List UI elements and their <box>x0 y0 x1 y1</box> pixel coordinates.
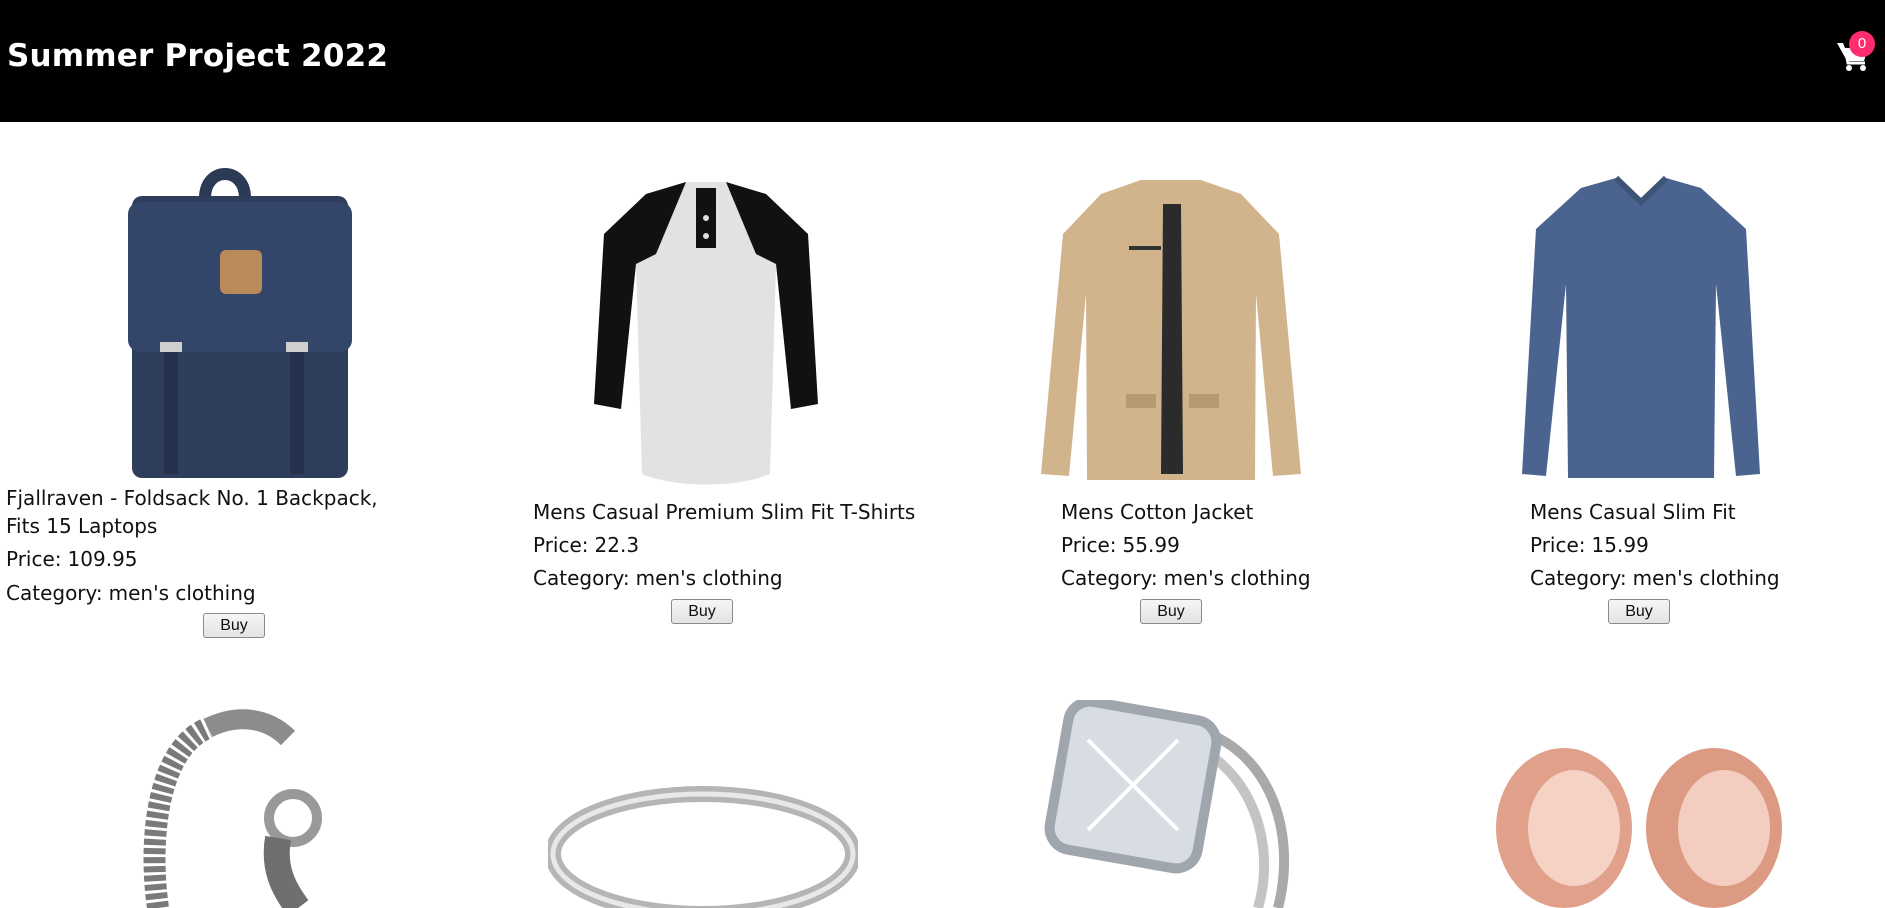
product-title: Mens Casual Slim Fit <box>1530 500 1736 524</box>
product-category: Category: men's clothing <box>533 564 783 592</box>
backpack-image <box>128 168 352 478</box>
price-value: 55.99 <box>1122 533 1180 557</box>
product-category: Category: men's clothing <box>1061 564 1311 592</box>
product-category: Category: men's clothing <box>6 579 256 607</box>
category-label: Category: <box>1061 566 1158 590</box>
price-label: Price: <box>1061 533 1117 557</box>
dragon-chain-bracelet-image <box>143 709 322 908</box>
category-value: men's clothing <box>1632 566 1780 590</box>
site-title: Summer Project 2022 <box>7 38 389 74</box>
buy-button[interactable]: Buy <box>671 599 733 624</box>
category-label: Category: <box>1530 566 1627 590</box>
cotton-jacket-image <box>1041 180 1301 480</box>
product-title: Mens Casual Premium Slim Fit T-Shirts <box>533 500 916 524</box>
cart-count-badge: 0 <box>1849 31 1875 57</box>
product-price: Price: 109.95 <box>6 545 138 573</box>
product-grid: Fjallraven - Foldsack No. 1 Backpack, Fi… <box>0 122 1885 908</box>
category-label: Category: <box>533 566 630 590</box>
buy-button[interactable]: Buy <box>203 613 265 638</box>
product-title: Mens Cotton Jacket <box>1061 500 1254 524</box>
price-label: Price: <box>533 533 589 557</box>
rose-gold-tunnel-plugs-image <box>1496 748 1782 908</box>
buy-button[interactable]: Buy <box>1140 599 1202 624</box>
product-card: Mens Cotton Jacket Price: 55.99 Category:… <box>1041 122 1481 642</box>
category-value: men's clothing <box>108 581 256 605</box>
raglan-tshirt-image <box>594 182 818 485</box>
category-label: Category: <box>6 581 103 605</box>
price-value: 22.3 <box>594 533 640 557</box>
product-price: Price: 15.99 <box>1530 531 1649 559</box>
product-price: Price: 22.3 <box>533 531 639 559</box>
buy-button[interactable]: Buy <box>1608 599 1670 624</box>
category-value: men's clothing <box>1163 566 1311 590</box>
long-sleeve-shirt-image <box>1522 175 1760 478</box>
price-label: Price: <box>6 547 62 571</box>
price-label: Price: <box>1530 533 1586 557</box>
product-card: Mens Casual Slim Fit Price: 15.99 Categor… <box>1522 122 1885 642</box>
product-card: Fjallraven - Foldsack No. 1 Backpack, Fi… <box>6 122 426 642</box>
diamond-ring-set-image <box>1044 700 1290 908</box>
category-value: men's clothing <box>635 566 783 590</box>
silver-band-ring-image <box>548 786 858 908</box>
price-value: 109.95 <box>67 547 138 571</box>
price-value: 15.99 <box>1591 533 1649 557</box>
product-card: Mens Casual Premium Slim Fit T-Shirts Pr… <box>533 122 953 642</box>
product-category: Category: men's clothing <box>1530 564 1780 592</box>
product-title: Fjallraven - Foldsack No. 1 Backpack, Fi… <box>6 486 378 538</box>
top-header: Summer Project 2022 0 <box>0 0 1885 122</box>
product-price: Price: 55.99 <box>1061 531 1180 559</box>
